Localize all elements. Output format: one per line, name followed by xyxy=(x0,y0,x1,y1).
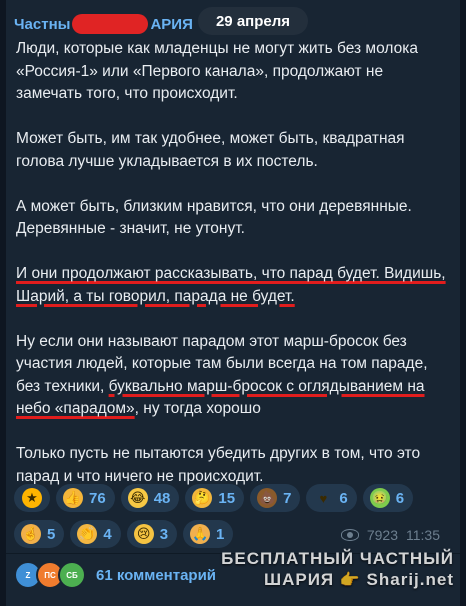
text-segment: , ну тогда хорошо xyxy=(134,400,261,417)
post-paragraph: А может быть, близким нравится, что они … xyxy=(16,196,446,241)
reaction-count: 1 xyxy=(216,525,225,543)
date-badge: 29 апреля xyxy=(198,7,308,35)
heart-icon: ♥ xyxy=(319,490,328,506)
post-paragraph: Ну если они называют парадом этот марш-б… xyxy=(16,331,446,421)
reaction-count: 6 xyxy=(339,489,348,507)
post-time: 11:35 xyxy=(406,527,440,543)
reaction-count: 76 xyxy=(89,489,106,507)
clapping-hands-icon: 👏 xyxy=(77,524,98,544)
text-segment: Люди, которые как младенцы не могут жить… xyxy=(16,40,418,102)
watermark: БЕСПЛАТНЫЙ ЧАСТНЫЙ ШАРИЯ 👉 Sharij.net xyxy=(221,548,454,591)
eye-icon xyxy=(340,529,359,541)
reaction-count: 15 xyxy=(218,489,236,507)
reaction-poop[interactable]: 💩 7 xyxy=(250,484,301,512)
reactions-bar: ★ 👍 76 😂 48 🤔 15 💩 7 ♥ 6 🤢 6 🤞 5 👏 4 😢 3 🙏 1 xyxy=(14,484,434,556)
poop-icon: 💩 xyxy=(257,488,278,508)
reaction-count: 6 xyxy=(395,489,405,507)
text-segment: А может быть, близким нравится, что они … xyxy=(16,197,412,238)
watermark-site: Sharij.net xyxy=(366,570,454,589)
star-icon: ★ xyxy=(22,488,42,508)
redaction-mark xyxy=(72,14,149,34)
text-segment: Может быть, им так удобнее, может быть, … xyxy=(16,130,405,170)
reaction-star[interactable]: ★ xyxy=(14,484,50,512)
watermark-line-1: БЕСПЛАТНЫЙ ЧАСТНЫЙ xyxy=(221,549,454,568)
comments-count-label: 61 комментарий xyxy=(96,566,217,584)
channel-name-prefix: Частны xyxy=(14,16,71,33)
reaction-crying-face[interactable]: 😢 3 xyxy=(126,520,178,548)
post-paragraph: Люди, которые как младенцы не могут жить… xyxy=(16,38,446,106)
channel-name-suffix: АРИЯ xyxy=(150,16,193,33)
commenter-avatars: Z ПС СБ xyxy=(14,561,86,589)
reaction-crossed-fingers[interactable]: 🤞 5 xyxy=(14,520,65,548)
post-paragraph: Только пусть не пытаются убедить других … xyxy=(16,443,446,488)
reaction-thumbs-up[interactable]: 👍 76 xyxy=(56,484,115,512)
watermark-line-2: ШАРИЯ 👉 Sharij.net xyxy=(221,569,454,591)
thinking-face-icon: 🤔 xyxy=(192,488,213,508)
reaction-count: 4 xyxy=(103,525,112,543)
post-paragraph: И они продолжают рассказывать, что парад… xyxy=(16,263,446,308)
reaction-clapping-hands[interactable]: 👏 4 xyxy=(70,520,121,548)
rofl-face-icon: 😂 xyxy=(127,488,148,508)
comments-link[interactable]: Z ПС СБ 61 комментарий xyxy=(14,561,217,589)
reaction-nauseated-face[interactable]: 🤢 6 xyxy=(362,484,414,512)
thumbs-up-icon: 👍 xyxy=(63,488,83,508)
text-segment: Только пусть не пытаются убедить других … xyxy=(16,445,421,485)
crossed-fingers-icon: 🤞 xyxy=(21,524,41,544)
reaction-rofl-face[interactable]: 😂 48 xyxy=(120,484,180,512)
reaction-thinking-face[interactable]: 🤔 15 xyxy=(185,484,245,512)
views-count: 7923 xyxy=(366,527,398,543)
channel-name[interactable]: Частны АРИЯ xyxy=(14,14,193,34)
reaction-heart[interactable]: ♥ 6 xyxy=(306,484,357,512)
reaction-count: 48 xyxy=(153,489,171,507)
avatar: СБ xyxy=(58,561,86,589)
crying-face-icon: 😢 xyxy=(133,524,154,544)
reaction-count: 7 xyxy=(283,489,292,507)
post-paragraph: Может быть, им так удобнее, может быть, … xyxy=(16,128,446,173)
reaction-count: 5 xyxy=(47,525,56,543)
underlined-quote: И они продолжают рассказывать, что парад… xyxy=(16,265,446,305)
reaction-count: 3 xyxy=(159,525,169,543)
reactions-row-1: ★ 👍 76 😂 48 🤔 15 💩 7 ♥ 6 🤢 6 xyxy=(14,484,434,512)
post-text: Люди, которые как младенцы не могут жить… xyxy=(16,38,446,511)
pointing-hand-icon: 👉 xyxy=(339,572,361,589)
reaction-praying-hands[interactable]: 🙏 1 xyxy=(183,520,234,548)
post-meta: 7923 11:35 xyxy=(340,527,440,543)
praying-hands-icon: 🙏 xyxy=(190,524,211,544)
nauseated-face-icon: 🤢 xyxy=(369,488,390,508)
watermark-name: ШАРИЯ xyxy=(264,570,335,589)
